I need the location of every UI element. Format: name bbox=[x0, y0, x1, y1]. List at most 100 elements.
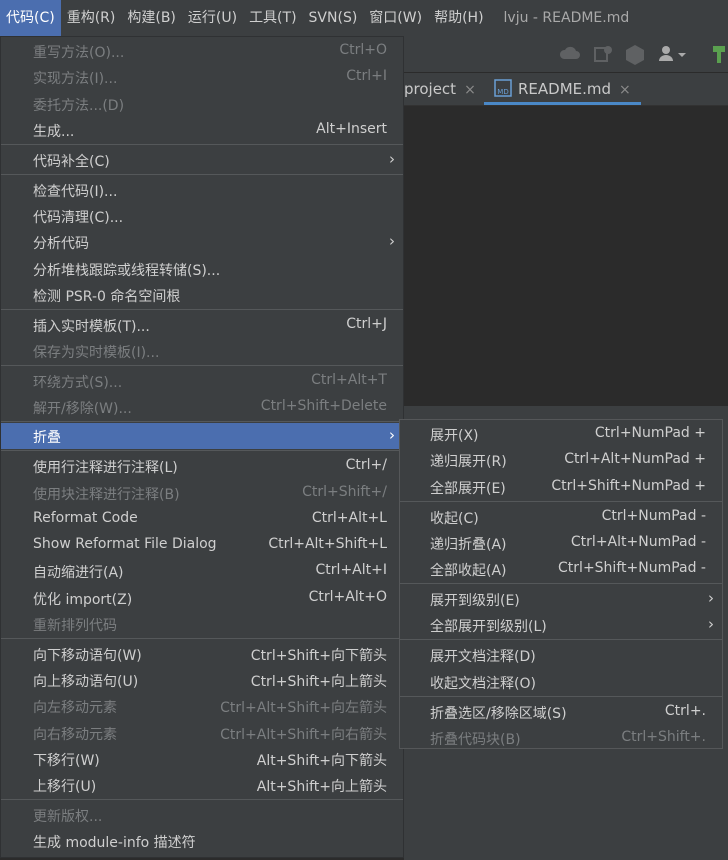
menu-item-label: 全部展开(E) bbox=[430, 481, 506, 497]
menu-item-code-completion[interactable]: 代码补全(C) › bbox=[1, 147, 403, 173]
submenu-item-expand-to-level[interactable]: 展开到级别(E) › bbox=[400, 586, 722, 612]
submenu-item-collapse-doc-comments[interactable]: 收起文档注释(O) bbox=[400, 669, 722, 695]
cloud-icon[interactable] bbox=[559, 44, 581, 62]
tab-readme[interactable]: MD README.md × bbox=[484, 73, 641, 105]
menu-item-move-line-down[interactable]: 下移行(W) Alt+Shift+向下箭头 bbox=[1, 746, 403, 772]
menu-item-code-cleanup[interactable]: 代码清理(C)... bbox=[1, 203, 403, 229]
editor-area[interactable] bbox=[404, 106, 728, 406]
menu-item-folding[interactable]: 折叠 › bbox=[1, 423, 403, 449]
menu-item-move-statement-down[interactable]: 向下移动语句(W) Ctrl+Shift+向下箭头 bbox=[1, 641, 403, 667]
submenu-item-collapse[interactable]: 收起(C) Ctrl+NumPad - bbox=[400, 504, 722, 530]
menu-code[interactable]: 代码(C) bbox=[0, 0, 61, 36]
submenu-item-collapse-recursively[interactable]: 递归折叠(A) Ctrl+Alt+NumPad - bbox=[400, 530, 722, 556]
svn-commit-icon[interactable] bbox=[592, 44, 614, 64]
toolbar bbox=[404, 36, 728, 73]
shortcut-label: Alt+Insert bbox=[316, 121, 387, 137]
menu-svn[interactable]: SVN(S) bbox=[303, 0, 364, 36]
menu-separator bbox=[1, 421, 403, 422]
menu-separator bbox=[1, 309, 403, 310]
menu-item-label: 展开(X) bbox=[430, 428, 479, 444]
menu-item-label: 代码补全(C) bbox=[33, 154, 110, 170]
markdown-file-icon: MD bbox=[494, 79, 512, 97]
menu-item-generate-module-info[interactable]: 生成 module-info 描述符 bbox=[1, 828, 403, 854]
menu-item-label: 向右移动元素 bbox=[33, 727, 117, 743]
menu-item-label: Reformat Code bbox=[33, 510, 138, 526]
menu-item-label: 代码清理(C)... bbox=[33, 210, 124, 226]
menu-item-surround-with[interactable]: 环绕方式(S)... Ctrl+Alt+T bbox=[1, 368, 403, 394]
menu-item-rearrange-code[interactable]: 重新排列代码 bbox=[1, 611, 403, 637]
menu-item-optimize-import[interactable]: 优化 import(Z) Ctrl+Alt+O bbox=[1, 585, 403, 611]
chevron-right-icon: › bbox=[389, 150, 395, 168]
submenu-item-expand[interactable]: 展开(X) Ctrl+NumPad + bbox=[400, 421, 722, 447]
user-dropdown-icon[interactable] bbox=[657, 44, 693, 64]
menu-separator bbox=[1, 638, 403, 639]
menu-item-label: 分析堆栈跟踪或线程转储(S)... bbox=[33, 263, 221, 279]
tab-project[interactable]: project × bbox=[404, 73, 476, 105]
close-icon[interactable]: × bbox=[619, 82, 631, 98]
menu-separator bbox=[1, 365, 403, 366]
menu-item-label: 展开到级别(E) bbox=[430, 593, 520, 609]
menu-item-label: 向下移动语句(W) bbox=[33, 648, 142, 664]
menu-item-generate[interactable]: 生成... Alt+Insert bbox=[1, 117, 403, 143]
submenu-item-fold-code-block[interactable]: 折叠代码块(B) Ctrl+Shift+. bbox=[400, 725, 722, 751]
menu-item-label: 环绕方式(S)... bbox=[33, 375, 123, 391]
menu-item-reformat-code[interactable]: Reformat Code Ctrl+Alt+L bbox=[1, 506, 403, 532]
menu-item-inspect-code[interactable]: 检查代码(I)... bbox=[1, 177, 403, 203]
menu-item-label: 插入实时模板(T)... bbox=[33, 319, 150, 335]
submenu-item-expand-doc-comments[interactable]: 展开文档注释(D) bbox=[400, 642, 722, 668]
menu-item-label: 重新排列代码 bbox=[33, 618, 117, 634]
menu-item-label: 委托方法...(D) bbox=[33, 98, 125, 114]
submenu-item-collapse-all[interactable]: 全部收起(A) Ctrl+Shift+NumPad - bbox=[400, 556, 722, 582]
menu-item-override-methods[interactable]: 重写方法(O)... Ctrl+O bbox=[1, 38, 403, 64]
menu-item-update-copyright[interactable]: 更新版权... bbox=[1, 802, 403, 828]
build-hammer-icon[interactable] bbox=[710, 44, 728, 64]
shortcut-label: Ctrl+I bbox=[346, 68, 387, 84]
close-icon[interactable]: × bbox=[464, 82, 476, 98]
shortcut-label: Ctrl+Alt+Shift+L bbox=[268, 536, 387, 552]
window-title: lvju - README.md bbox=[503, 10, 630, 26]
shortcut-label: Ctrl+Alt+Shift+向右箭头 bbox=[220, 727, 387, 743]
menu-item-delegate-methods[interactable]: 委托方法...(D) bbox=[1, 91, 403, 117]
menu-item-label: 检查代码(I)... bbox=[33, 184, 118, 200]
menu-item-auto-indent[interactable]: 自动缩进行(A) Ctrl+Alt+I bbox=[1, 558, 403, 584]
menu-item-label: 解开/移除(W)... bbox=[33, 401, 132, 417]
menu-item-block-comment[interactable]: 使用块注释进行注释(B) Ctrl+Shift+/ bbox=[1, 480, 403, 506]
submenu-item-expand-all[interactable]: 全部展开(E) Ctrl+Shift+NumPad + bbox=[400, 474, 722, 500]
menu-item-unwrap-remove[interactable]: 解开/移除(W)... Ctrl+Shift+Delete bbox=[1, 394, 403, 420]
shortcut-label: Ctrl+J bbox=[346, 316, 387, 332]
menu-build[interactable]: 构建(B) bbox=[121, 0, 182, 36]
chevron-right-icon: › bbox=[389, 232, 395, 250]
menu-item-reformat-dialog[interactable]: Show Reformat File Dialog Ctrl+Alt+Shift+… bbox=[1, 532, 403, 558]
shortcut-label: Ctrl+/ bbox=[345, 457, 387, 473]
menu-item-label: 折叠选区/移除区域(S) bbox=[430, 706, 567, 722]
menu-tools[interactable]: 工具(T) bbox=[243, 0, 302, 36]
menu-item-insert-live-template[interactable]: 插入实时模板(T)... Ctrl+J bbox=[1, 312, 403, 338]
shortcut-label: Alt+Shift+向下箭头 bbox=[256, 753, 387, 769]
menu-item-move-line-up[interactable]: 上移行(U) Alt+Shift+向上箭头 bbox=[1, 772, 403, 798]
menu-item-analyze-stacktrace[interactable]: 分析堆栈跟踪或线程转储(S)... bbox=[1, 256, 403, 282]
submenu-item-fold-selection[interactable]: 折叠选区/移除区域(S) Ctrl+. bbox=[400, 699, 722, 725]
editor-tabs: project × MD README.md × bbox=[404, 73, 728, 106]
menu-item-analyze-code[interactable]: 分析代码 › bbox=[1, 229, 403, 255]
menu-run[interactable]: 运行(U) bbox=[182, 0, 243, 36]
menu-item-detect-psr0[interactable]: 检测 PSR-0 命名空间根 bbox=[1, 282, 403, 308]
menu-item-label: 全部收起(A) bbox=[430, 563, 507, 579]
menu-item-save-live-template[interactable]: 保存为实时模板(I)... bbox=[1, 338, 403, 364]
menu-item-implement-methods[interactable]: 实现方法(I)... Ctrl+I bbox=[1, 64, 403, 90]
submenu-item-expand-all-to-level[interactable]: 全部展开到级别(L) › bbox=[400, 612, 722, 638]
menu-item-label: 下移行(W) bbox=[33, 753, 100, 769]
menu-item-label: 实现方法(I)... bbox=[33, 71, 118, 87]
shortcut-label: Ctrl+Shift+/ bbox=[302, 484, 387, 500]
menu-item-move-statement-up[interactable]: 向上移动语句(U) Ctrl+Shift+向上箭头 bbox=[1, 667, 403, 693]
menu-item-move-element-right[interactable]: 向右移动元素 Ctrl+Alt+Shift+向右箭头 bbox=[1, 720, 403, 746]
hexagon-icon[interactable] bbox=[624, 44, 646, 66]
shortcut-label: Ctrl+. bbox=[664, 703, 706, 719]
menu-refactor[interactable]: 重构(R) bbox=[61, 0, 122, 36]
tab-readme-label: README.md bbox=[518, 80, 612, 98]
menu-help[interactable]: 帮助(H) bbox=[428, 0, 489, 36]
shortcut-label: Ctrl+Shift+NumPad - bbox=[558, 560, 706, 576]
menu-item-move-element-left[interactable]: 向左移动元素 Ctrl+Alt+Shift+向左箭头 bbox=[1, 693, 403, 719]
menu-item-line-comment[interactable]: 使用行注释进行注释(L) Ctrl+/ bbox=[1, 453, 403, 479]
menu-window[interactable]: 窗口(W) bbox=[363, 0, 428, 36]
submenu-item-expand-recursively[interactable]: 递归展开(R) Ctrl+Alt+NumPad + bbox=[400, 447, 722, 473]
